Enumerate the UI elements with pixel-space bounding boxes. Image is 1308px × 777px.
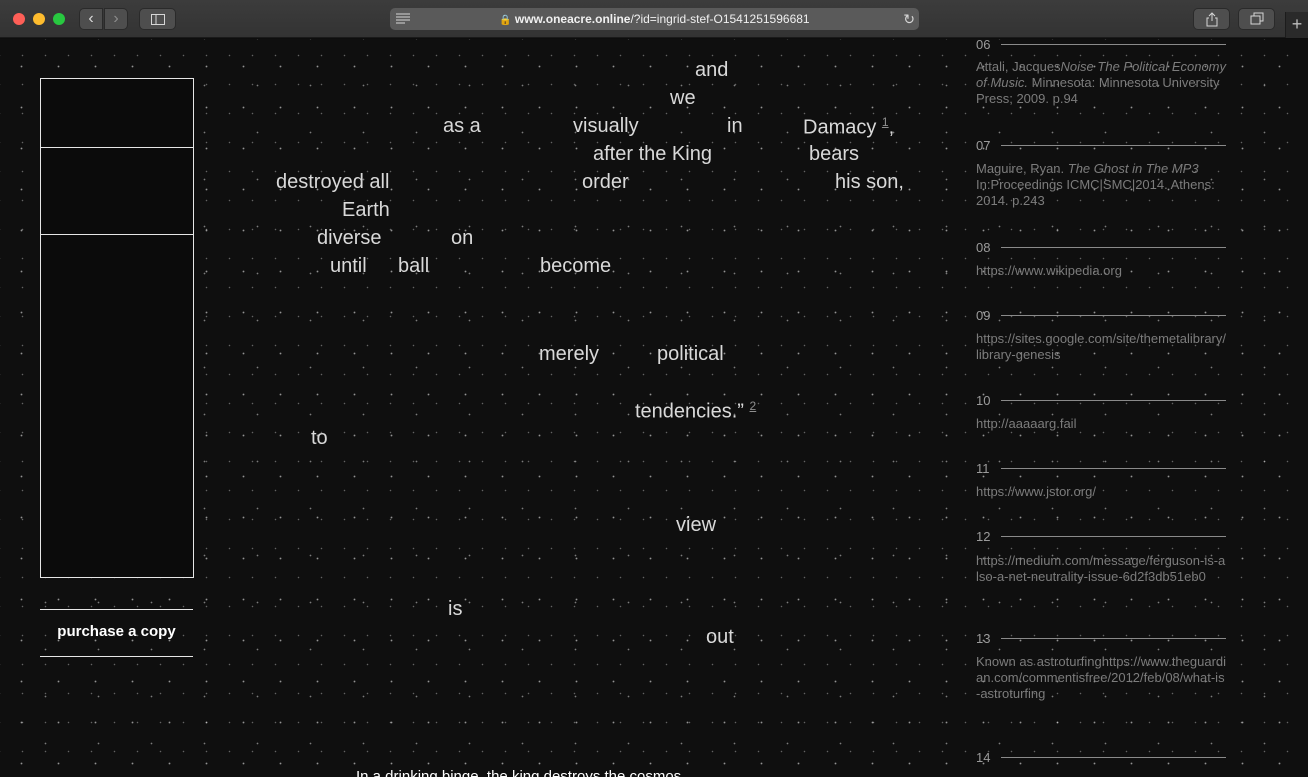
share-button[interactable]: [1193, 8, 1230, 30]
poem-word: order: [582, 171, 629, 193]
footnote-divider: [1001, 44, 1226, 45]
poem-word: diverse: [317, 227, 382, 249]
sidebar-toggle-button[interactable]: [139, 8, 176, 30]
footnote-link[interactable]: https://www.jstor.org/: [976, 484, 1228, 500]
poem-bottom-line: In a drinking binge, the king destroys t…: [356, 768, 686, 777]
footnote-divider: [1001, 400, 1226, 401]
footnote-divider: [1001, 468, 1226, 469]
reload-icon[interactable]: ↻: [903, 8, 915, 30]
poem-word: destroyed all: [276, 171, 390, 193]
footnote-number: 13: [976, 631, 991, 646]
footnote-link[interactable]: https://sites.google.com/site/themetalib…: [976, 331, 1228, 363]
footnote-divider: [1001, 315, 1226, 316]
footnote-number: 11: [976, 461, 990, 476]
poem-word: ball: [398, 255, 430, 277]
footnote-publication: In:Proceedings ICMC|SMC|2014. Athens: 20…: [976, 177, 1215, 208]
poem-punctuation: ,: [888, 116, 895, 139]
tabs-overview-icon: [1250, 12, 1264, 25]
url-host: www.oneacre.online: [514, 12, 631, 26]
poem-word: and: [695, 59, 729, 81]
book-panel-bottom: [40, 234, 194, 578]
footnote-number: 09: [976, 308, 991, 323]
footnote-text: Attali, JacquesNoise The Political Econo…: [976, 59, 1228, 107]
footnote-number: 07: [976, 138, 991, 153]
footnote-title: The Ghost in The MP3: [1067, 161, 1199, 176]
footnote-author: Attali, Jacques: [976, 59, 1061, 74]
footnote-divider: [1001, 757, 1226, 758]
sidebar-icon: [151, 14, 165, 25]
poem-word: merely: [539, 343, 600, 365]
poem-word: as a: [443, 115, 481, 137]
browser-toolbar: ‹ › 🔒 www.oneacre.online/?id=ingrid-stef-…: [0, 0, 1308, 38]
poem-word: to: [311, 427, 328, 449]
poem-word: until: [330, 255, 367, 277]
new-tab-button[interactable]: +: [1285, 12, 1308, 38]
footnote-divider: [1001, 247, 1226, 248]
purchase-copy-button[interactable]: purchase a copy: [40, 609, 193, 657]
chevron-right-icon: ›: [113, 10, 119, 27]
footnote-divider: [1001, 536, 1226, 537]
book-panel-top: [40, 78, 194, 148]
poem-word: we: [670, 87, 696, 109]
zoom-window-button[interactable]: [53, 13, 65, 25]
footnote-number: 06: [976, 39, 991, 52]
page-content: purchase a copy and we as a visually in …: [0, 39, 1308, 777]
back-button[interactable]: ‹: [79, 8, 103, 30]
footnote-divider: [1001, 145, 1226, 146]
poem-word: become: [540, 255, 612, 277]
poem-word: Earth: [342, 199, 390, 221]
footnote-ref-link[interactable]: 2: [750, 399, 757, 413]
footnote-ref-link[interactable]: 1: [882, 115, 889, 129]
poem-word-with-footnote: Damacy 1,: [803, 115, 894, 140]
poem-word: Damacy: [803, 116, 877, 139]
poem-word: political: [657, 343, 724, 365]
lock-icon: 🔒: [499, 15, 512, 26]
poem-word: visually: [573, 115, 639, 137]
poem-word-with-footnote: tendencies.” 2: [635, 399, 756, 424]
footnote-link[interactable]: http://aaaaarg.fail: [976, 416, 1228, 432]
close-window-button[interactable]: [13, 13, 25, 25]
poem-word: view: [676, 514, 717, 536]
poem-word: out: [706, 626, 734, 648]
share-icon: [1206, 12, 1218, 27]
forward-button[interactable]: ›: [104, 8, 128, 30]
show-tabs-button[interactable]: [1238, 8, 1275, 30]
footnote-text: Maguire, Ryan. The Ghost in The MP3 In:P…: [976, 161, 1228, 209]
book-panel-middle: [40, 147, 194, 235]
poem-word: bears: [809, 143, 860, 165]
url-path: /?id=ingrid-stef-O1541251596681: [630, 12, 810, 26]
address-bar[interactable]: 🔒 www.oneacre.online/?id=ingrid-stef-O154…: [390, 8, 919, 30]
poem-word: in: [727, 115, 743, 137]
footnote-number: 08: [976, 240, 991, 255]
footnote-divider: [1001, 638, 1226, 639]
footnote-link[interactable]: https://medium.com/message/ferguson-is-a…: [976, 553, 1228, 585]
footnote-text[interactable]: Known as astroturfinghttps://www.theguar…: [976, 654, 1228, 702]
poem-word: his son,: [835, 171, 904, 193]
footnote-link[interactable]: https://www.wikipedia.org: [976, 263, 1228, 279]
chevron-left-icon: ‹: [88, 10, 94, 27]
poem-word: after the King: [593, 143, 712, 165]
footnote-number: 14: [976, 750, 991, 765]
minimize-window-button[interactable]: [33, 13, 45, 25]
footnote-author: Maguire, Ryan.: [976, 161, 1068, 176]
poem-word: is: [448, 598, 463, 620]
footnote-number: 12: [976, 529, 991, 544]
reader-view-icon[interactable]: [396, 12, 410, 24]
footnote-number: 10: [976, 393, 991, 408]
poem-word: tendencies.”: [635, 400, 744, 423]
poem-word: on: [451, 227, 474, 249]
